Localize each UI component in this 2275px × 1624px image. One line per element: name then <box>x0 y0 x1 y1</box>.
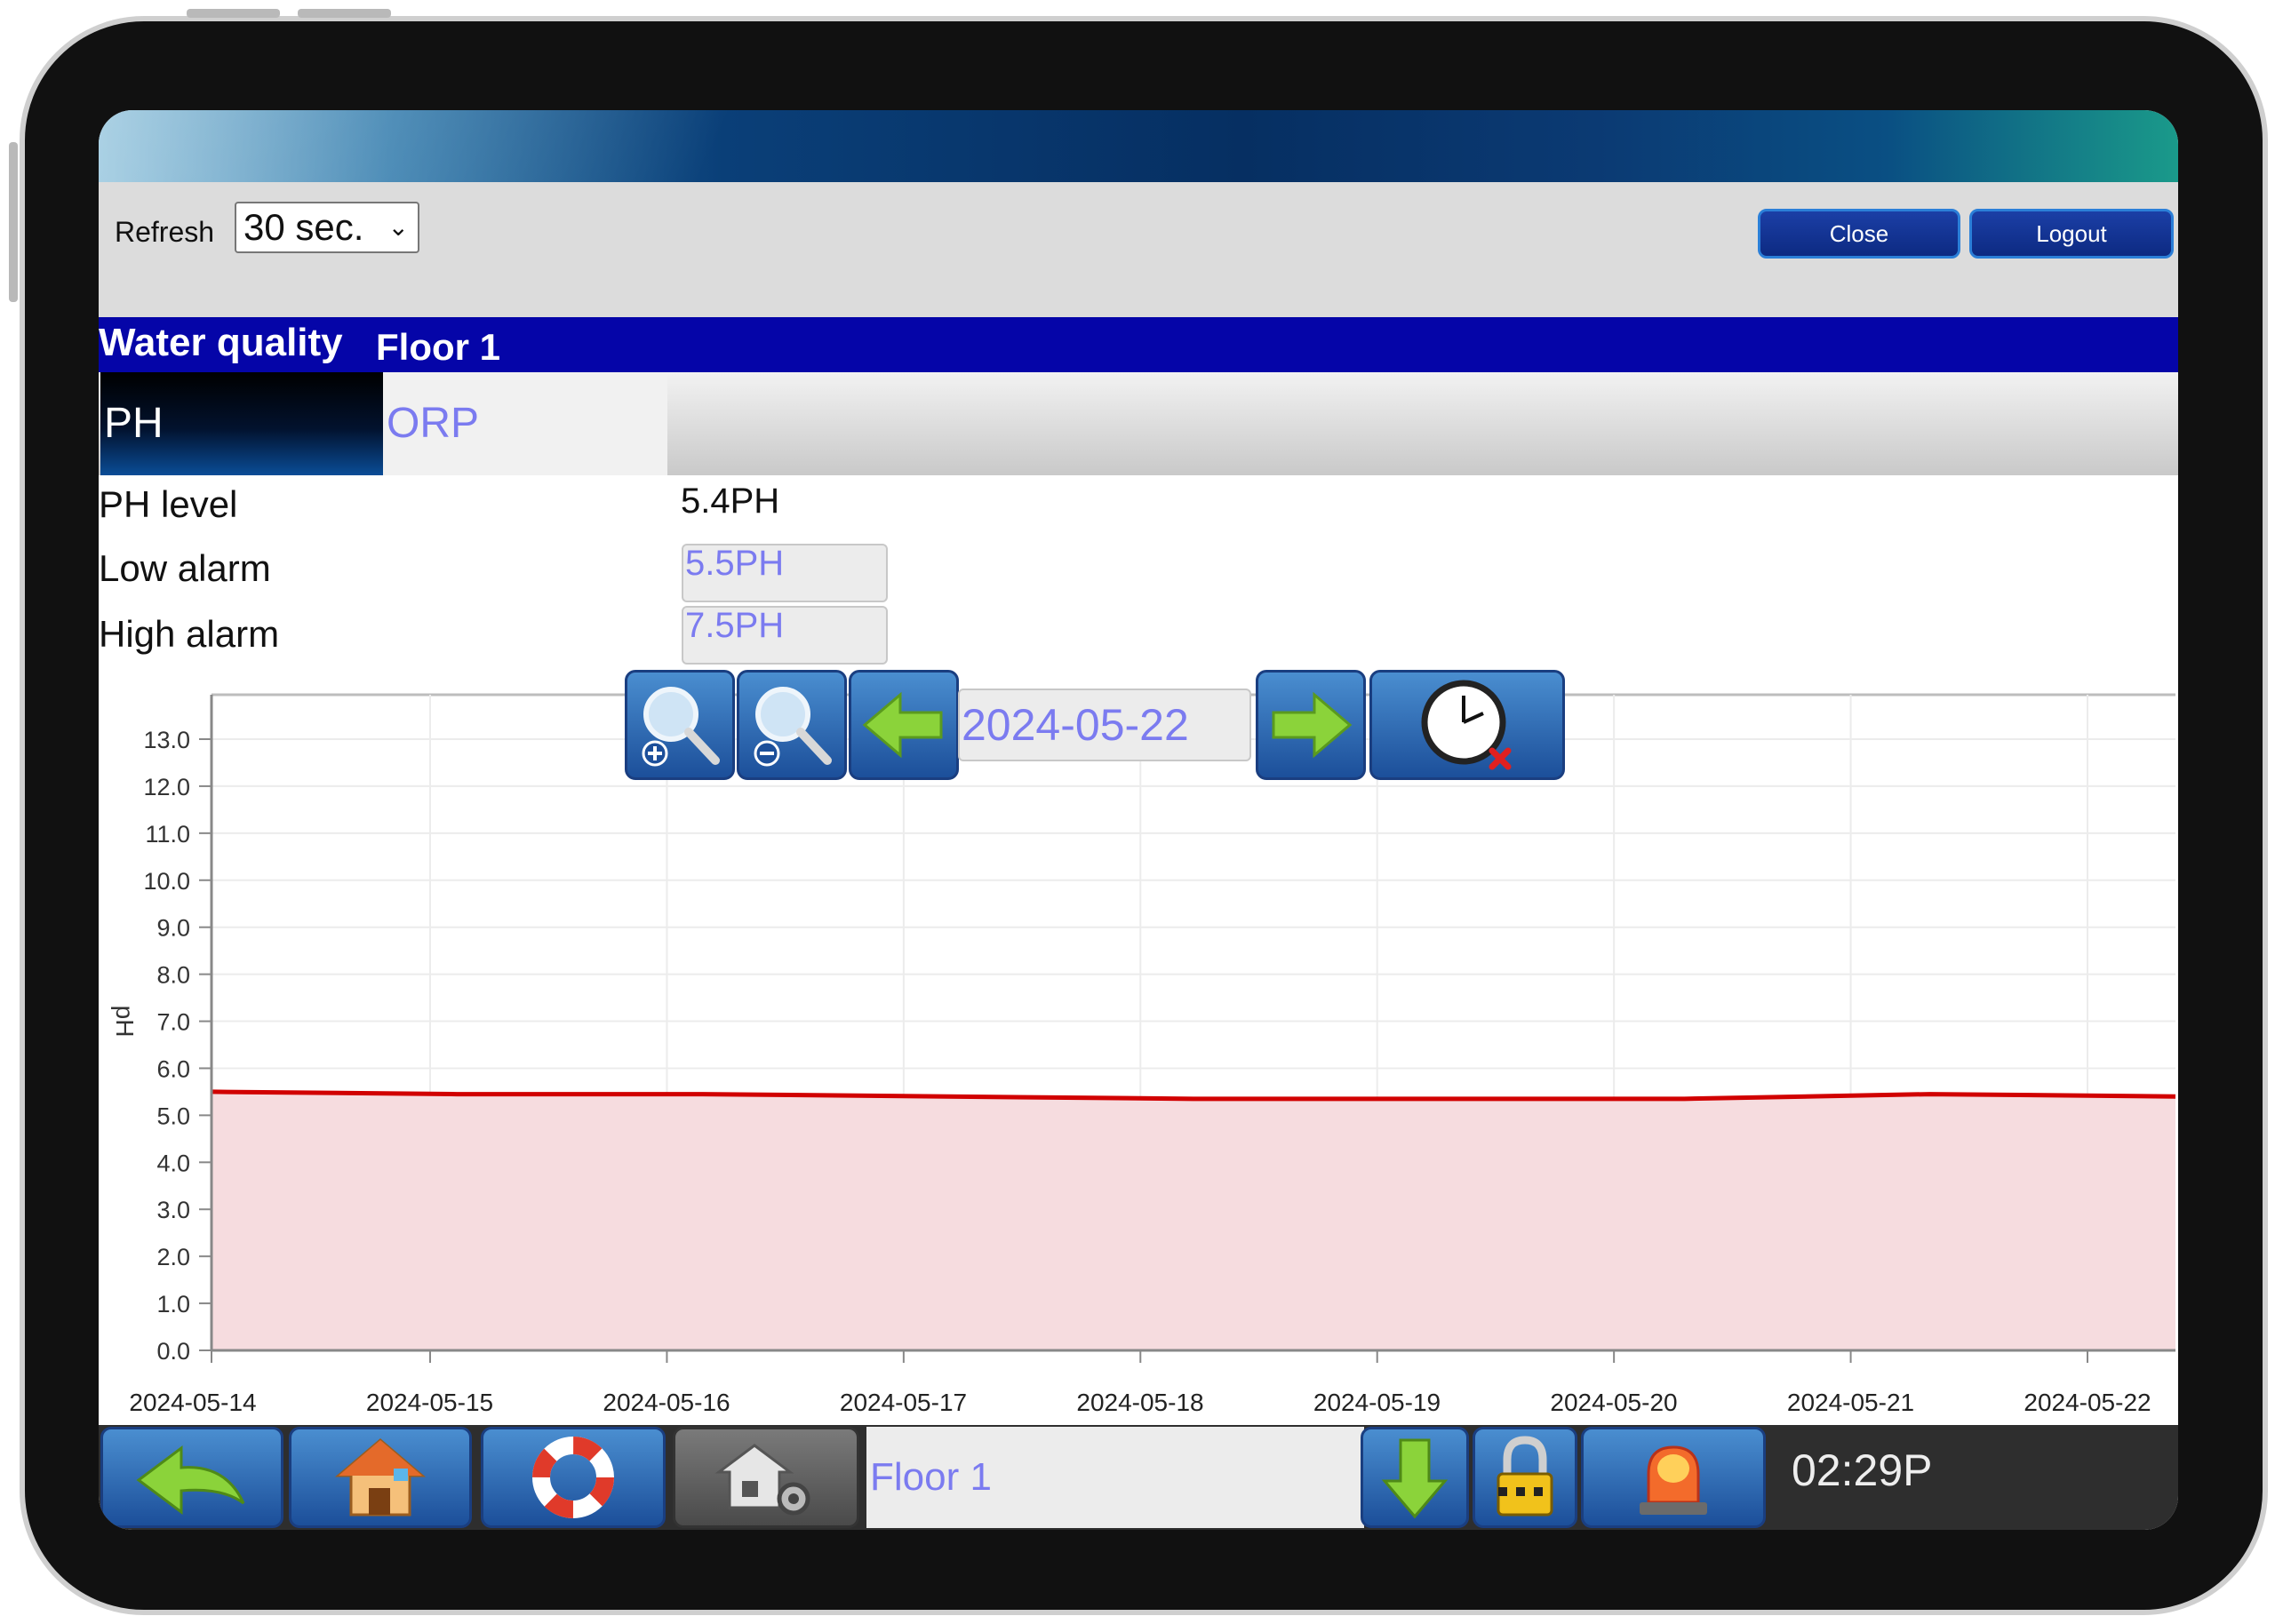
clock-time: 02:29P <box>1792 1445 1933 1495</box>
x-tick-label: 2024-05-14 <box>129 1389 256 1416</box>
previous-day-button[interactable] <box>849 670 959 780</box>
y-tick-label: 10.0 <box>143 868 190 895</box>
y-tick-label: 1.0 <box>156 1291 190 1318</box>
header-banner <box>99 110 2178 182</box>
toolbar: Refresh 30 sec. ⌄ Close Logout <box>99 182 2178 317</box>
y-tick-label: 0.0 <box>156 1338 190 1365</box>
refresh-label: Refresh <box>115 216 215 248</box>
device-button-side <box>9 142 18 302</box>
y-tick-label: 11.0 <box>145 821 190 848</box>
x-tick-label: 2024-05-19 <box>1313 1389 1441 1416</box>
reset-time-button[interactable] <box>1369 670 1565 780</box>
zoom-in-icon <box>642 687 720 767</box>
back-arrow-icon <box>136 1445 245 1515</box>
home-icon <box>334 1438 427 1517</box>
y-tick-label: 9.0 <box>156 915 190 942</box>
title-bar: Water quality Floor 1 <box>99 317 2178 372</box>
y-axis-label: pH <box>111 1006 139 1038</box>
refresh-interval-value: 30 sec. <box>243 206 364 248</box>
location-title: Floor 1 <box>376 326 501 368</box>
arrow-down-icon <box>1381 1438 1449 1519</box>
x-tick-label: 2024-05-17 <box>840 1389 967 1416</box>
lock-icon <box>1497 1436 1553 1517</box>
section-title: Water quality <box>99 321 343 364</box>
y-tick-label: 3.0 <box>156 1197 190 1223</box>
x-tick-label: 2024-05-20 <box>1550 1389 1677 1416</box>
chart-date-field[interactable]: 2024-05-22 <box>958 689 1251 761</box>
zoom-out-button[interactable] <box>737 670 847 780</box>
y-tick-label: 8.0 <box>156 962 190 989</box>
low-alarm-input[interactable]: 5.5PH <box>682 544 888 602</box>
zoom-in-button[interactable] <box>625 670 735 780</box>
x-tick-label: 2024-05-18 <box>1076 1389 1203 1416</box>
refresh-interval-select[interactable]: 30 sec. ⌄ <box>235 202 419 253</box>
x-tick-label: 2024-05-16 <box>603 1389 730 1416</box>
alarm-siren-icon <box>1640 1445 1707 1515</box>
tab-ph[interactable]: PH <box>100 372 383 475</box>
life-ring-icon <box>532 1437 614 1518</box>
x-tick-label: 2024-05-22 <box>2024 1389 2151 1416</box>
ph-history-chart: 0.0 1.0 2.0 3.0 4.0 5.0 6.0 7.0 8.0 9.0 10.0 11.0 12… <box>111 693 2176 1416</box>
arrow-left-icon <box>862 691 943 759</box>
alarm-button[interactable] <box>1581 1427 1766 1528</box>
logout-button[interactable]: Logout <box>1969 209 2174 259</box>
x-tick-label: 2024-05-15 <box>366 1389 493 1416</box>
y-tick-label: 7.0 <box>156 1009 190 1036</box>
device-button-top-1 <box>187 9 280 18</box>
home-button[interactable] <box>289 1427 472 1528</box>
floor-selector[interactable]: Floor 1 <box>866 1427 1364 1528</box>
arrow-right-icon <box>1272 691 1353 759</box>
help-button[interactable] <box>481 1427 666 1528</box>
zoom-out-icon <box>754 687 832 767</box>
y-tick-label: 6.0 <box>156 1055 190 1082</box>
y-tick-label: 5.0 <box>156 1103 190 1129</box>
lock-button[interactable] <box>1473 1427 1577 1528</box>
device-button-top-2 <box>298 9 391 18</box>
y-tick-label: 4.0 <box>156 1150 190 1176</box>
x-tick-label: 2024-05-21 <box>1787 1389 1914 1416</box>
bottom-bar: Floor 1 02:29P <box>99 1425 2178 1530</box>
tab-bar: PH ORP <box>99 372 2178 475</box>
low-alarm-label: Low alarm <box>99 547 271 589</box>
series-area <box>212 1091 2175 1350</box>
floor-down-button[interactable] <box>1361 1427 1469 1528</box>
y-tick-label: 2.0 <box>156 1244 190 1270</box>
ph-level-value: 5.4PH <box>681 482 780 521</box>
clock-cancel-icon <box>1421 680 1512 770</box>
close-button[interactable]: Close <box>1758 209 1960 259</box>
y-tick-label: 12.0 <box>143 774 190 800</box>
tab-orp[interactable]: ORP <box>383 372 667 475</box>
high-alarm-input[interactable]: 7.5PH <box>682 606 888 665</box>
ph-level-label: PH level <box>99 483 238 525</box>
chevron-down-icon: ⌄ <box>387 213 409 241</box>
high-alarm-label: High alarm <box>99 613 280 655</box>
y-tick-label: 13.0 <box>143 727 190 753</box>
app-screen: Refresh 30 sec. ⌄ Close Logout Water qua… <box>99 110 2178 1530</box>
back-button[interactable] <box>100 1427 283 1528</box>
next-day-button[interactable] <box>1256 670 1366 780</box>
settings-button[interactable] <box>673 1427 859 1528</box>
house-settings-icon <box>714 1444 810 1516</box>
